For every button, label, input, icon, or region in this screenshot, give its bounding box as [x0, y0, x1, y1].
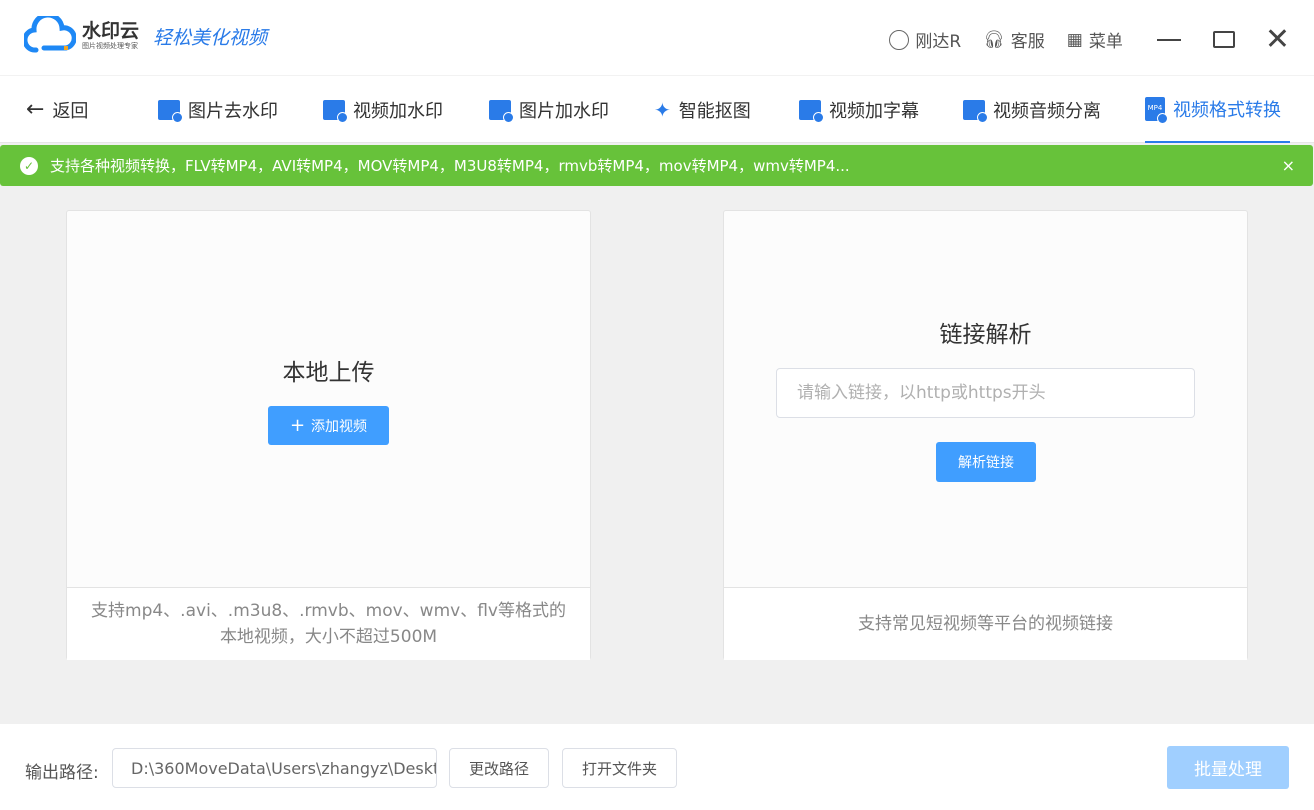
output-path-label: 输出路径:: [25, 758, 99, 783]
hint-line: 本地视频，大小不超过500M: [91, 624, 566, 650]
link-input[interactable]: [776, 368, 1195, 418]
info-banner: ✓ 支持各种视频转换，FLV转MP4，AVI转MP4，MOV转MP4，M3U8转…: [0, 145, 1313, 186]
open-folder-button[interactable]: 打开文件夹: [562, 748, 677, 788]
logo-title: 水印云: [82, 21, 139, 41]
add-video-label: 添加视频: [311, 416, 367, 436]
plus-icon: +: [290, 415, 305, 436]
back-button[interactable]: ← 返回: [26, 76, 88, 143]
close-banner-button[interactable]: ×: [1282, 156, 1295, 175]
tab-format-convert[interactable]: MP4 视频格式转换: [1145, 76, 1290, 143]
batch-process-button[interactable]: 批量处理: [1167, 746, 1289, 789]
tab-audio-separation[interactable]: 视频音频分离: [963, 76, 1101, 143]
link-parse-hint: 支持常见短视频等平台的视频链接: [724, 587, 1247, 660]
user-button[interactable]: 刚达R: [889, 27, 961, 52]
logo-subtitle: 图片视频处理专家: [82, 41, 139, 51]
cloud-logo-icon: [24, 16, 76, 56]
tab-video-subtitles[interactable]: 视频加字幕: [799, 76, 919, 143]
link-parse-card: 链接解析 解析链接 支持常见短视频等平台的视频链接: [723, 210, 1248, 660]
mp4-file-icon: MP4: [1145, 97, 1165, 121]
close-button[interactable]: ✕: [1265, 22, 1290, 57]
tab-image-add-watermark[interactable]: 图片加水印: [489, 76, 609, 143]
maximize-button[interactable]: [1213, 31, 1235, 48]
banner-text: 支持各种视频转换，FLV转MP4，AVI转MP4，MOV转MP4，M3U8转MP…: [50, 155, 850, 176]
check-circle-icon: ✓: [20, 157, 38, 175]
tab-image-remove-watermark[interactable]: 图片去水印: [158, 76, 278, 143]
service-button[interactable]: 🎧︎ 客服: [983, 27, 1045, 52]
hint-line: 支持mp4、.avi、.m3u8、.rmvb、mov、wmv、flv等格式的: [91, 598, 566, 624]
parse-link-button[interactable]: 解析链接: [936, 442, 1036, 482]
tool-nav: ← 返回 图片去水印 视频加水印 图片加水印 ✦ 智能抠图 视频加字幕 视频音频分离…: [0, 76, 1314, 143]
slogan: 轻松美化视频: [153, 23, 267, 50]
magic-wand-icon: ✦: [654, 98, 671, 122]
minimize-button[interactable]: [1157, 39, 1181, 41]
local-upload-hint: 支持mp4、.avi、.m3u8、.rmvb、mov、wmv、flv等格式的本地…: [67, 587, 590, 660]
video-music-icon: [963, 100, 985, 120]
user-icon: [889, 30, 909, 50]
tab-label: 视频音频分离: [993, 97, 1101, 123]
menu-label: 菜单: [1089, 27, 1123, 52]
tab-label: 智能抠图: [679, 97, 751, 123]
logo: 水印云 图片视频处理专家 轻松美化视频: [24, 16, 267, 56]
headset-icon: 🎧︎: [983, 30, 1005, 50]
output-path-field[interactable]: [112, 748, 437, 788]
menu-button[interactable]: ▦ 菜单: [1067, 27, 1123, 52]
change-path-button[interactable]: 更改路径: [449, 748, 549, 788]
local-upload-card: 本地上传 + 添加视频 支持mp4、.avi、.m3u8、.rmvb、mov、wm…: [66, 210, 591, 660]
user-name: 刚达R: [915, 27, 961, 52]
title-bar: 水印云 图片视频处理专家 轻松美化视频 刚达R 🎧︎ 客服 ▦ 菜单 ✕: [0, 0, 1314, 76]
tab-label: 视频格式转换: [1173, 96, 1281, 122]
back-label: 返回: [52, 97, 88, 123]
grid-icon: ▦: [1067, 30, 1083, 50]
tab-label: 视频加水印: [353, 97, 443, 123]
video-plus-icon: [323, 100, 345, 120]
link-parse-title: 链接解析: [724, 315, 1247, 349]
tab-smart-cutout[interactable]: ✦ 智能抠图: [654, 76, 751, 143]
tab-label: 图片去水印: [188, 97, 278, 123]
video-text-icon: [799, 100, 821, 120]
image-minus-icon: [158, 100, 180, 120]
tab-label: 视频加字幕: [829, 97, 919, 123]
local-upload-title: 本地上传: [67, 353, 590, 387]
arrow-left-icon: ←: [26, 97, 44, 122]
service-label: 客服: [1011, 27, 1045, 52]
add-video-button[interactable]: + 添加视频: [268, 406, 389, 445]
tab-label: 图片加水印: [519, 97, 609, 123]
tab-video-add-watermark[interactable]: 视频加水印: [323, 76, 443, 143]
image-plus-icon: [489, 100, 511, 120]
